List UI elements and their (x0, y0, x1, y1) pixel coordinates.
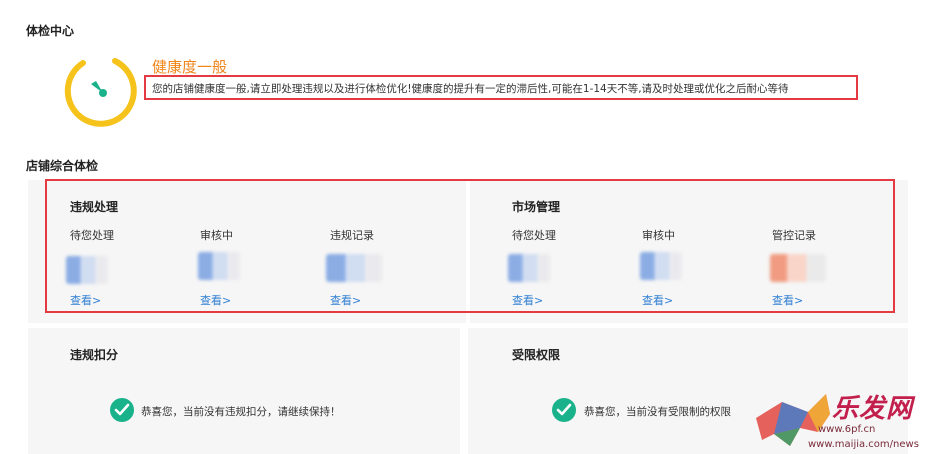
violation-review-view-link[interactable]: 查看> (200, 292, 231, 308)
violation-panel: 违规处理 待您处理 查看> 审核中 查看> 违规记录 查看> (28, 180, 466, 323)
deduction-panel: 违规扣分 恭喜您，当前没有违规扣分，请继续保持！ (28, 328, 460, 454)
violation-review-count (198, 252, 240, 280)
market-panel-title: 市场管理 (512, 200, 561, 214)
success-check-icon (110, 398, 134, 422)
health-status: 健康度一般 (152, 58, 228, 76)
market-pending-view-link[interactable]: 查看> (512, 292, 543, 308)
watermark-url-secondary: www.maijia.com/news (808, 439, 919, 450)
health-gauge-icon (64, 58, 137, 127)
violation-record-label: 违规记录 (330, 229, 374, 242)
market-control-label: 管控记录 (772, 229, 816, 242)
watermark-url: www.6pf.cn (818, 424, 876, 435)
success-check-icon (552, 398, 576, 422)
market-review-label: 审核中 (642, 229, 675, 242)
violation-panel-title: 违规处理 (70, 200, 119, 214)
violation-pending-count (66, 256, 108, 284)
violation-pending-view-link[interactable]: 查看> (70, 292, 101, 308)
violation-pending-label: 待您处理 (70, 229, 114, 242)
deduction-panel-title: 违规扣分 (70, 348, 119, 362)
market-review-count (640, 252, 682, 280)
market-panel: 市场管理 待您处理 查看> 审核中 查看> 管控记录 查看> (470, 180, 908, 323)
violation-record-view-link[interactable]: 查看> (330, 292, 361, 308)
health-description: 您的店铺健康度一般,请立即处理违规以及进行体检优化!健康度的提升有一定的滞后性,… (144, 75, 858, 100)
page-title: 体检中心 (26, 24, 75, 38)
market-control-view-link[interactable]: 查看> (772, 292, 803, 308)
deduction-message: 恭喜您，当前没有违规扣分，请继续保持！ (141, 406, 341, 418)
market-review-view-link[interactable]: 查看> (642, 292, 673, 308)
section-title-store-check: 店铺综合体检 (26, 159, 99, 173)
violation-record-count (326, 254, 382, 282)
market-pending-count (508, 254, 550, 282)
restriction-panel-title: 受限权限 (512, 348, 561, 362)
watermark-brand: 乐发网 (832, 394, 914, 424)
market-control-count (770, 254, 826, 282)
market-pending-label: 待您处理 (512, 229, 556, 242)
restriction-message: 恭喜您，当前没有受限制的权限 (584, 406, 731, 418)
violation-review-label: 审核中 (200, 229, 233, 242)
